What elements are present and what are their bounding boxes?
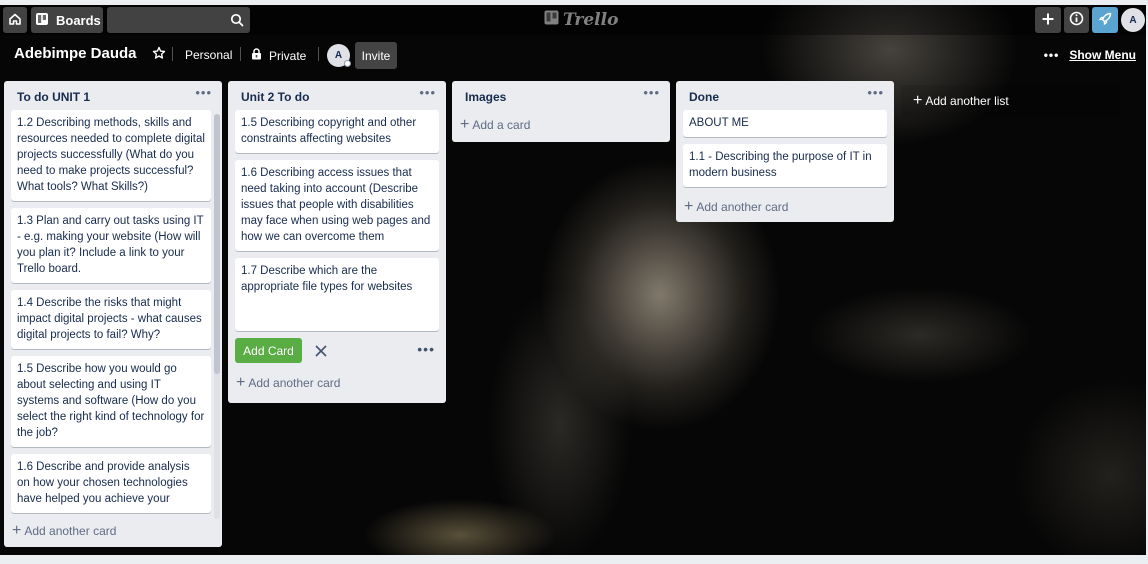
create-button[interactable]	[1035, 7, 1061, 33]
list-images: Images ••• + Add a card	[452, 81, 670, 142]
more-icon: •••	[1043, 48, 1060, 62]
list-scrollbar[interactable]	[214, 114, 220, 519]
plus-icon: +	[460, 116, 470, 133]
plus-icon	[1041, 12, 1055, 29]
add-list-label: Add another list	[925, 94, 1009, 108]
card[interactable]: 1.7 Describe which are the appropriate f…	[235, 258, 439, 331]
list-done: Done ••• ABOUT ME 1.1 - Describing the p…	[676, 81, 894, 222]
show-menu-label: Show Menu	[1069, 48, 1136, 62]
user-avatar-initial: A	[1129, 14, 1137, 26]
search-box[interactable]	[107, 7, 250, 33]
visibility-label: Private	[269, 48, 307, 63]
visibility-button[interactable]: Private	[245, 46, 312, 65]
search-icon[interactable]	[230, 13, 244, 30]
add-card-label: Add another card	[248, 376, 341, 390]
card-list: 1.2 Describing methods, skills and resou…	[4, 110, 222, 515]
list-header: Images •••	[452, 81, 670, 110]
scrollbar-thumb[interactable]	[214, 114, 220, 374]
admin-badge	[344, 60, 351, 67]
home-icon	[8, 12, 22, 29]
add-card-button[interactable]: + Add another card	[676, 194, 894, 220]
add-card-button[interactable]: + Add a card	[452, 112, 670, 138]
trello-logo[interactable]: Trello	[544, 9, 618, 31]
add-list-button[interactable]: + Add another list	[901, 85, 1120, 117]
list-unit-2-to-do: Unit 2 To do ••• 1.5 Describing copyrigh…	[228, 81, 446, 403]
rocket-icon	[1098, 12, 1112, 29]
list-title[interactable]: To do UNIT 1	[17, 90, 90, 104]
divider	[172, 47, 173, 61]
list-header: To do UNIT 1 •••	[4, 81, 222, 110]
card-list: 1.5 Describing copyright and other const…	[228, 110, 446, 364]
search-input[interactable]	[107, 7, 250, 33]
add-card-button[interactable]: + Add another card	[4, 518, 116, 544]
add-card-label: Add another card	[24, 524, 117, 538]
card[interactable]: 1.6 Describing access issues that need t…	[235, 160, 439, 251]
divider	[318, 47, 319, 61]
card-list: ABOUT ME 1.1 - Describing the purpose of…	[676, 110, 894, 187]
top-header: Boards Trello A	[0, 5, 1146, 35]
card[interactable]: 1.5 Describing copyright and other const…	[235, 110, 439, 153]
user-avatar[interactable]: A	[1121, 8, 1145, 32]
team-button[interactable]: Personal	[178, 46, 239, 64]
add-card-submit-button[interactable]: Add Card	[235, 338, 302, 363]
list-to-do-unit-1: To do UNIT 1 ••• 1.2 Describing methods,…	[4, 81, 222, 547]
show-menu-button[interactable]: ••• Show Menu	[1044, 48, 1136, 62]
list-menu-icon[interactable]: •••	[195, 85, 212, 100]
home-button[interactable]	[3, 7, 27, 33]
card[interactable]: 1.3 Plan and carry out tasks using IT - …	[11, 208, 211, 283]
add-card-label: Add a card	[472, 118, 531, 132]
notifications-button[interactable]	[1092, 7, 1118, 33]
plus-icon: +	[12, 522, 22, 539]
card[interactable]: 1.1 - Describing the purpose of IT in mo…	[683, 144, 887, 187]
trello-logo-text: Trello	[563, 10, 619, 30]
board-title[interactable]: Adebimpe Dauda	[14, 45, 137, 62]
card[interactable]: 1.5 Describe how you would go about sele…	[11, 356, 211, 447]
lock-icon	[251, 48, 269, 63]
boards-icon	[35, 12, 56, 29]
list-title[interactable]: Done	[689, 90, 719, 104]
plus-icon: +	[684, 198, 694, 215]
info-button[interactable]	[1064, 7, 1089, 33]
add-card-label: Add another card	[696, 200, 789, 214]
star-icon	[152, 46, 166, 63]
list-menu-icon[interactable]: •••	[867, 85, 884, 100]
trello-logo-icon	[544, 10, 563, 30]
star-button[interactable]	[150, 45, 168, 63]
close-icon[interactable]	[311, 341, 331, 361]
card[interactable]: 1.6 Describe and provide analysis on how…	[11, 454, 211, 513]
add-card-button[interactable]: + Add another card	[228, 370, 446, 396]
boards-label: Boards	[56, 12, 101, 28]
invite-button[interactable]: Invite	[355, 42, 397, 69]
list-menu-icon[interactable]: •••	[643, 85, 660, 100]
boards-button[interactable]: Boards	[31, 7, 103, 33]
member-avatar-initial: A	[334, 50, 343, 61]
card-composer-controls: Add Card •••	[235, 338, 439, 364]
list-title[interactable]: Unit 2 To do	[241, 90, 309, 104]
member-avatar[interactable]: A	[327, 44, 351, 67]
board-canvas: Boards Trello A Adebimpe Dauda Personal …	[0, 5, 1146, 555]
plus-icon: +	[236, 374, 246, 391]
divider	[240, 47, 241, 61]
list-header: Done •••	[676, 81, 894, 110]
list-menu-icon[interactable]: •••	[419, 85, 436, 100]
card[interactable]: 1.4 Describe the risks that might impact…	[11, 290, 211, 349]
list-title[interactable]: Images	[465, 90, 506, 104]
list-header: Unit 2 To do •••	[228, 81, 446, 110]
info-icon	[1069, 11, 1084, 29]
plus-icon: +	[913, 92, 923, 109]
card[interactable]: 1.2 Describing methods, skills and resou…	[11, 110, 211, 201]
composer-more-icon[interactable]: •••	[417, 341, 435, 357]
card[interactable]: ABOUT ME	[683, 110, 887, 137]
